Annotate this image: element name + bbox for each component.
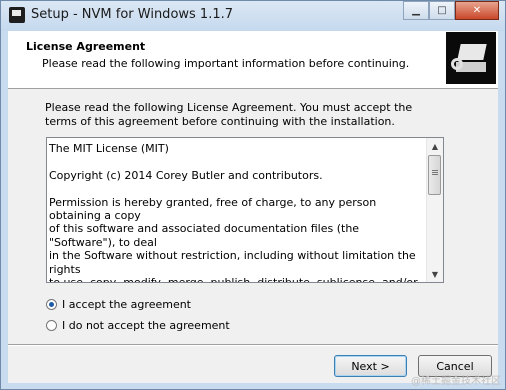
decline-label: I do not accept the agreement <box>62 319 230 332</box>
license-text: The MIT License (MIT) Copyright (c) 2014… <box>49 142 418 283</box>
watermark: @稀土掘金技术社区 <box>411 376 501 387</box>
window-controls: ▁ □ ✕ <box>403 1 499 20</box>
page-title: License Agreement <box>26 40 146 53</box>
footer-divider <box>8 344 498 346</box>
next-button[interactable]: Next > <box>334 355 407 377</box>
scroll-down-icon[interactable]: ▼ <box>427 266 443 282</box>
close-button[interactable]: ✕ <box>455 1 499 20</box>
maximize-button[interactable]: □ <box>429 1 455 20</box>
window-title: Setup - NVM for Windows 1.1.7 <box>31 7 234 22</box>
minimize-button[interactable]: ▁ <box>403 1 429 20</box>
scroll-up-icon[interactable]: ▲ <box>427 138 443 154</box>
page-subtitle: Please read the following important info… <box>42 57 410 70</box>
nvm-logo-icon <box>446 32 496 84</box>
app-icon <box>9 7 25 23</box>
minimize-icon: ▁ <box>412 5 420 16</box>
license-scrollbar[interactable]: ▲ ▼ <box>426 138 443 282</box>
wizard-header: License Agreement Please read the follow… <box>8 31 498 89</box>
accept-radio[interactable] <box>46 299 57 310</box>
license-text-box[interactable]: The MIT License (MIT) Copyright (c) 2014… <box>46 137 444 283</box>
decline-option[interactable]: I do not accept the agreement <box>46 319 230 332</box>
accept-option[interactable]: I accept the agreement <box>46 298 191 311</box>
accept-label: I accept the agreement <box>62 298 191 311</box>
decline-radio[interactable] <box>46 320 57 331</box>
wizard-body: License Agreement Please read the follow… <box>8 31 498 383</box>
setup-window: Setup - NVM for Windows 1.1.7 ▁ □ ✕ Lice… <box>0 0 506 390</box>
close-icon: ✕ <box>472 5 482 16</box>
scroll-thumb[interactable] <box>428 155 441 195</box>
maximize-icon: □ <box>437 5 447 16</box>
title-bar[interactable]: Setup - NVM for Windows 1.1.7 ▁ □ ✕ <box>1 1 505 31</box>
intro-text: Please read the following License Agreem… <box>45 101 413 128</box>
